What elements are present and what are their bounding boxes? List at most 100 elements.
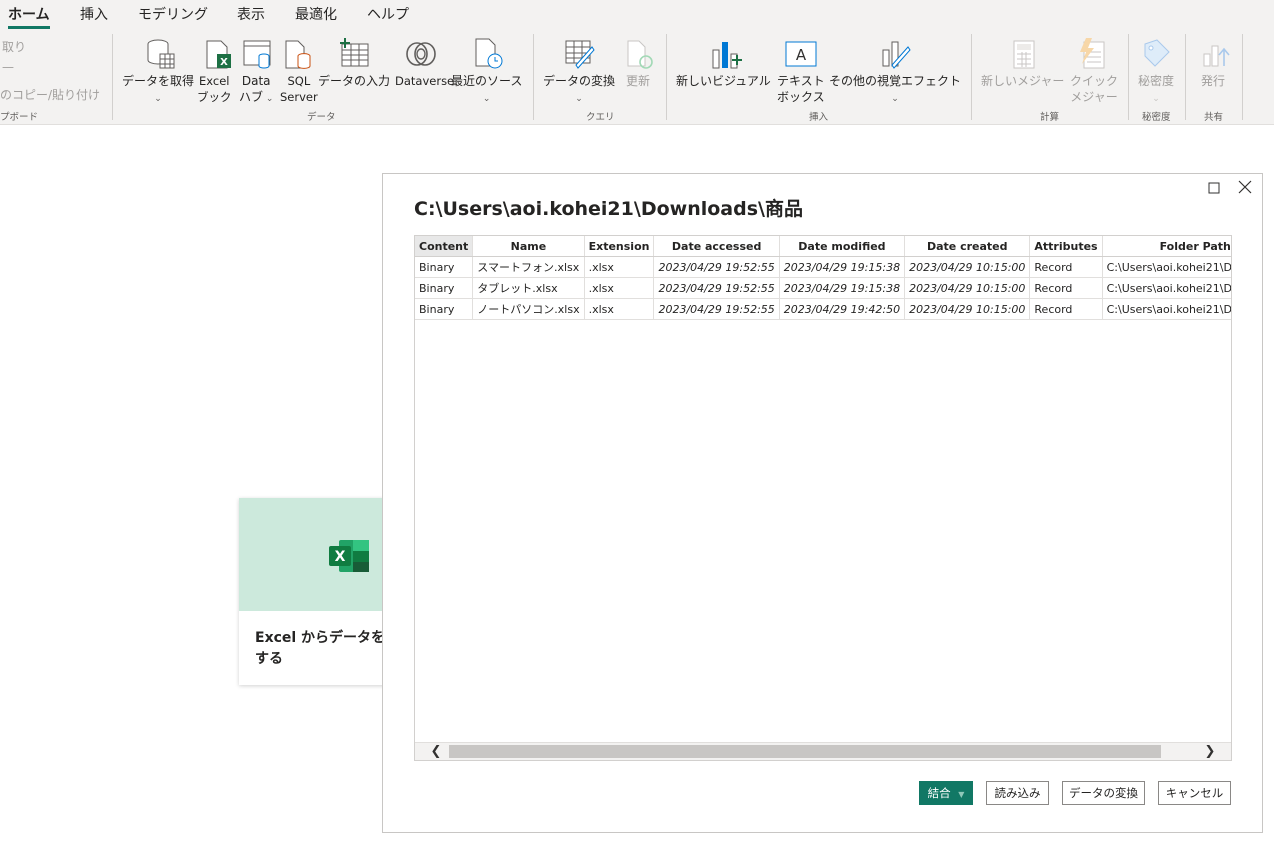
table-row[interactable]: Binary ノートパソコン.xlsx .xlsx 2023/04/29 19:… [415,298,1231,320]
text-box-button[interactable]: テキスト ボックス [777,73,825,105]
recent-sources-label: 最近のソース [451,74,523,88]
sql-server-icon [285,40,311,69]
tab-view[interactable]: 表示 [237,4,265,24]
cell-name: ノートパソコン.xlsx [472,298,585,320]
more-visuals-label: その他の視覚エフェクト [829,74,962,88]
cell-attributes[interactable]: Record [1029,256,1103,278]
new-measure-button[interactable]: 新しいメジャー [981,73,1064,89]
combine-label: 結合 [927,786,951,800]
svg-text:X: X [335,549,346,565]
menu-bar: ホーム 挿入 モデリング 表示 最適化 ヘルプ [0,0,1274,30]
tab-home[interactable]: ホーム [8,4,50,24]
combine-button[interactable]: 結合 ▼ [919,781,973,805]
cell-content[interactable]: Binary [415,277,474,299]
quick-measure-icon [1080,38,1105,69]
tab-insert[interactable]: 挿入 [80,4,108,24]
publish-icon [1203,45,1230,67]
navigator-dialog: C:\Users\aoi.kohei21\Downloads\商品 Conten… [382,173,1263,833]
scroll-right-icon[interactable]: ❯ [1203,743,1217,760]
table-row[interactable]: Binary タブレット.xlsx .xlsx 2023/04/29 19:52… [415,277,1231,299]
scrollbar-thumb[interactable] [449,745,1161,758]
cell-folder-path: C:\Users\aoi.kohei21\Downloads [1102,277,1231,299]
column-header-attributes[interactable]: Attributes [1029,236,1103,257]
tab-help[interactable]: ヘルプ [367,4,409,24]
svg-text:X: X [220,57,228,68]
card-text-line2: する [255,651,283,667]
excel-workbook-icon: X [206,40,231,69]
scroll-left-icon[interactable]: ❮ [429,743,443,760]
textbox-label-line2: ボックス [777,90,825,104]
cell-date-modified: 2023/04/29 19:15:38 [779,277,906,299]
text-box-icon: A [785,41,817,67]
import-excel-card[interactable]: X Excel からデータを~ する [239,498,389,685]
new-visual-button[interactable]: 新しいビジュアル [676,73,771,89]
dataverse-button[interactable]: Dataverse [395,73,454,89]
cell-date-accessed: 2023/04/29 19:52:55 [653,256,780,278]
column-header-folder-path[interactable]: Folder Path [1102,236,1231,257]
column-header-date-modified[interactable]: Date modified [779,236,906,257]
more-visuals-button[interactable]: その他の視覚エフェクト ⌄ [829,73,961,107]
transform-data-label: データの変換 [543,74,616,88]
data-hub-icon [243,40,271,69]
cell-attributes[interactable]: Record [1029,298,1103,320]
excel-label-line2: ブック [197,90,232,104]
sensitivity-icon [1144,39,1170,67]
chevron-down-icon: ▼ [958,790,965,799]
column-header-date-accessed[interactable]: Date accessed [653,236,780,257]
cell-date-accessed: 2023/04/29 19:52:55 [653,298,780,320]
new-visual-label: 新しいビジュアル [676,74,771,88]
column-header-name[interactable]: Name [472,236,585,257]
group-separator [1185,34,1186,120]
cell-attributes[interactable]: Record [1029,277,1103,299]
cancel-button[interactable]: キャンセル [1158,781,1231,805]
table-row[interactable]: Binary スマートフォン.xlsx .xlsx 2023/04/29 19:… [415,256,1231,278]
cell-extension: .xlsx [584,256,655,278]
card-banner: X [239,498,389,611]
horizontal-scrollbar[interactable]: ❮ ❯ [415,742,1231,760]
copy-paste-button[interactable]: のコピー/貼り付け [0,86,100,103]
table-header-row: Content Name Extension Date accessed Dat… [415,236,1231,257]
recent-sources-icon [475,38,503,69]
column-header-content[interactable]: Content [415,236,474,257]
sql-label-line1: SQL [287,74,311,88]
tab-optimize[interactable]: 最適化 [295,4,337,24]
column-header-extension[interactable]: Extension [584,236,655,257]
column-header-date-created[interactable]: Date created [904,236,1031,257]
group-label-query: クエリ [586,112,615,123]
chevron-down-icon: ⌄ [575,94,583,104]
maximize-icon[interactable] [1208,182,1220,194]
refresh-icon [627,40,653,69]
new-visual-icon [712,42,742,69]
recent-sources-button[interactable]: 最近のソース ⌄ [451,73,522,107]
dialog-title: C:\Users\aoi.kohei21\Downloads\商品 [414,198,803,220]
excel-icon: X [329,540,369,572]
cell-extension: .xlsx [584,298,655,320]
sensitivity-button[interactable]: 秘密度 ⌄ [1138,73,1174,107]
get-data-button[interactable]: データを取得 ⌄ [122,73,194,107]
quick-measure-button[interactable]: クイック メジャー [1070,73,1118,105]
clipboard-dash: — [2,60,14,74]
sql-server-button[interactable]: SQL Server [280,73,318,105]
chevron-down-icon: ⌄ [482,94,491,104]
publish-button[interactable]: 発行 [1201,73,1225,89]
excel-workbook-button[interactable]: Excel ブック [197,73,232,105]
enter-data-button[interactable]: データの入力 [318,73,390,89]
data-hub-button[interactable]: Data ハブ ⌄ [239,73,273,107]
cell-date-created: 2023/04/29 10:15:00 [904,256,1031,278]
dataverse-icon [406,42,436,66]
transform-data-button[interactable]: データの変換 ⌄ [543,73,615,107]
card-text: Excel からデータを~ する [255,628,389,670]
calculator-icon [1013,40,1035,69]
close-icon[interactable] [1238,180,1252,194]
group-label-share: 共有 [1204,112,1224,123]
cut-button[interactable]: 取り [2,38,26,55]
transform-data-button[interactable]: データの変換 [1062,781,1145,805]
refresh-button[interactable]: 更新 [626,73,650,89]
enter-data-icon [340,38,369,67]
cell-name: スマートフォン.xlsx [472,256,585,278]
cell-content[interactable]: Binary [415,256,474,278]
get-data-label: データを取得 [122,74,195,88]
tab-modeling[interactable]: モデリング [138,4,208,24]
cell-content[interactable]: Binary [415,298,474,320]
load-button[interactable]: 読み込み [986,781,1049,805]
